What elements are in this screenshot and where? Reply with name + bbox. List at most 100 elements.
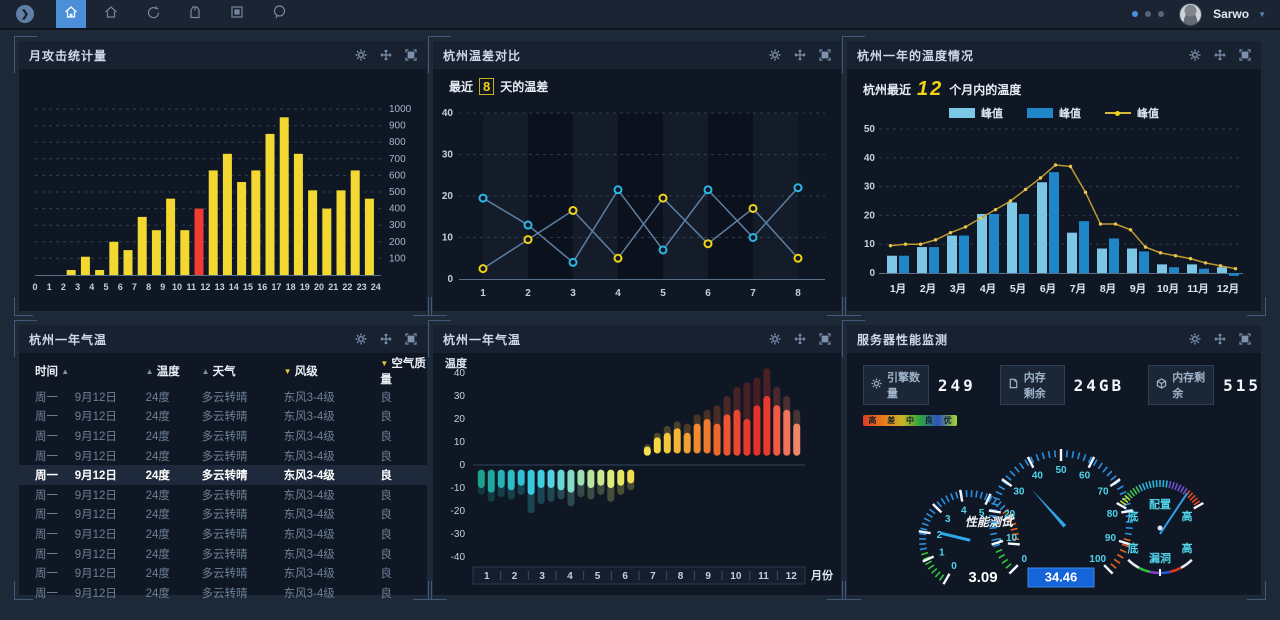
svg-text:400: 400 <box>389 204 406 215</box>
svg-text:12: 12 <box>200 282 210 292</box>
grade-label: 优 <box>943 416 952 425</box>
table-row[interactable]: 周一 9月12日 24度 多云转晴 东风3-4级良 <box>19 426 427 446</box>
panel-year-temperature: 杭州一年的温度情况 杭州最近 12 个月内的温度 峰值 峰值 峰值 0 10 20 3… <box>842 36 1266 316</box>
svg-text:0: 0 <box>459 460 465 471</box>
column-header[interactable]: ▼ 空气质量 <box>358 355 427 387</box>
username[interactable]: Sarwo <box>1213 7 1249 21</box>
table-row[interactable]: 周一 9月12日 24度 多云转晴 东风3-4级良 <box>19 583 427 603</box>
column-header[interactable]: ▲ 天气 <box>202 355 284 387</box>
svg-text:10: 10 <box>172 282 182 292</box>
fullscreen-icon[interactable] <box>405 333 417 345</box>
year-temp-bar-line-chart: 0 10 20 30 40 50 1月 2月 3月 4月 5月 6月 7月 8月 9月 10月 11月 12月 <box>864 124 1243 295</box>
svg-text:11: 11 <box>758 571 769 582</box>
subtitle-number: 12 <box>917 78 944 100</box>
gear-icon[interactable] <box>769 49 781 61</box>
gear-icon[interactable] <box>355 49 367 61</box>
move-icon[interactable] <box>1214 333 1226 345</box>
gear-icon[interactable] <box>1189 333 1201 345</box>
nav-chat[interactable] <box>262 0 296 28</box>
grade-label: 良 <box>924 416 933 425</box>
svg-text:2: 2 <box>937 530 943 541</box>
table-row[interactable]: 周一 9月12日 24度 多云转晴 东风3-4级良 <box>19 465 427 485</box>
nav-sync[interactable] <box>136 0 170 28</box>
move-icon[interactable] <box>380 333 392 345</box>
svg-text:40: 40 <box>442 108 454 119</box>
svg-text:12: 12 <box>786 571 798 582</box>
nav-frame[interactable] <box>220 0 254 28</box>
panel-body: 引擎数量 249 内存剩余 24GB 内存剩余 515 高 差 中 良 优 0 … <box>847 353 1261 597</box>
svg-text:底: 底 <box>1128 509 1139 523</box>
legend-swatch-lightblue <box>949 108 975 118</box>
fullscreen-icon[interactable] <box>819 49 831 61</box>
svg-text:70: 70 <box>1098 486 1110 497</box>
move-icon[interactable] <box>380 49 392 61</box>
top-navbar: ❯ Sarwo ▼ <box>0 0 1280 30</box>
gear-icon[interactable] <box>769 333 781 345</box>
panel-title: 杭州一年气温 <box>29 332 108 347</box>
table-row[interactable]: 周一 9月12日 24度 多云转晴 东风3-4级良 <box>19 407 427 427</box>
panel-title: 杭州一年的温度情况 <box>857 48 975 63</box>
move-icon[interactable] <box>794 49 806 61</box>
svg-text:2: 2 <box>512 571 518 582</box>
chat-balloon-icon <box>271 4 287 25</box>
svg-text:11: 11 <box>186 282 196 292</box>
chart-subtitle: 最近 8 天的温差 <box>449 78 841 95</box>
stat-engine-count: 引擎数量 249 <box>863 365 976 405</box>
table-row[interactable]: 周一 9月12日 24度 多云转晴 东风3-4级良 <box>19 485 427 505</box>
column-header[interactable]: ▼ 风级 <box>284 355 359 387</box>
column-header[interactable]: 时间 ▲ <box>19 355 75 387</box>
nav-wardrobe[interactable] <box>178 0 212 28</box>
chevron-down-icon[interactable]: ▼ <box>1258 10 1266 19</box>
panel-body: 最近 8 天的温差 0 10 20 30 40 1 2 3 4 5 6 7 8 <box>433 78 841 322</box>
table-row[interactable]: 周一 9月12日 24度 多云转晴 东风3-4级良 <box>19 563 427 583</box>
gear-icon[interactable] <box>1189 49 1201 61</box>
svg-text:8: 8 <box>678 571 684 582</box>
panel-title: 月攻击统计量 <box>29 48 108 63</box>
collapse-button[interactable]: ❯ <box>16 5 34 23</box>
pagination-dot[interactable] <box>1145 11 1152 17</box>
legend-item[interactable]: 峰值 <box>949 105 1003 121</box>
pagination-dot-active[interactable] <box>1132 11 1139 17</box>
svg-text:22: 22 <box>342 282 352 292</box>
svg-text:18: 18 <box>286 282 296 292</box>
stat-label: 引擎数量 <box>887 372 920 400</box>
nav-home-active[interactable] <box>56 0 86 28</box>
move-icon[interactable] <box>794 333 806 345</box>
panel-body: 时间 ▲ ▲ 温度 ▲ 天气 ▼ 风级 ▼ 空气质量 周一 9月12日 24度 多云转晴 东风3… <box>19 355 427 600</box>
table-row[interactable]: 周一 9月12日 24度 多云转晴 东风3-4级良 <box>19 524 427 544</box>
svg-text:20: 20 <box>314 282 324 292</box>
grade-label: 中 <box>905 416 914 425</box>
table-row[interactable]: 周一 9月12日 24度 多云转晴 东风3-4级良 <box>19 387 427 407</box>
svg-text:0: 0 <box>32 282 37 292</box>
frame-icon <box>229 4 245 25</box>
nav-home[interactable] <box>94 0 128 28</box>
move-icon[interactable] <box>1214 49 1226 61</box>
user-avatar[interactable] <box>1179 2 1203 26</box>
column-header[interactable]: ▲ 温度 <box>146 355 202 387</box>
column-header[interactable] <box>75 355 146 387</box>
legend-item[interactable]: 峰值 <box>1027 105 1081 121</box>
svg-text:9: 9 <box>160 282 165 292</box>
gear-icon[interactable] <box>355 333 367 345</box>
legend-item[interactable]: 峰值 <box>1105 105 1159 121</box>
svg-text:20: 20 <box>454 414 466 425</box>
svg-text:7: 7 <box>650 571 656 582</box>
svg-text:1: 1 <box>47 282 52 292</box>
svg-text:3.09: 3.09 <box>968 569 997 586</box>
svg-text:高: 高 <box>1182 509 1193 523</box>
fullscreen-icon[interactable] <box>1239 49 1251 61</box>
panel-title: 服务器性能监测 <box>857 332 949 347</box>
subtitle-number: 8 <box>479 78 495 95</box>
svg-text:20: 20 <box>864 210 876 221</box>
svg-text:7月: 7月 <box>1070 283 1086 295</box>
svg-text:600: 600 <box>389 170 406 181</box>
panel-title: 杭州温差对比 <box>443 48 522 63</box>
fullscreen-icon[interactable] <box>1239 333 1251 345</box>
table-row[interactable]: 周一 9月12日 24度 多云转晴 东风3-4级良 <box>19 544 427 564</box>
fullscreen-icon[interactable] <box>819 333 831 345</box>
table-row[interactable]: 周一 9月12日 24度 多云转晴 东风3-4级良 <box>19 446 427 466</box>
fullscreen-icon[interactable] <box>405 49 417 61</box>
table-row[interactable]: 周一 9月12日 24度 多云转晴 东风3-4级良 <box>19 505 427 525</box>
svg-text:漏洞: 漏洞 <box>1149 551 1171 565</box>
pagination-dot[interactable] <box>1158 11 1165 17</box>
